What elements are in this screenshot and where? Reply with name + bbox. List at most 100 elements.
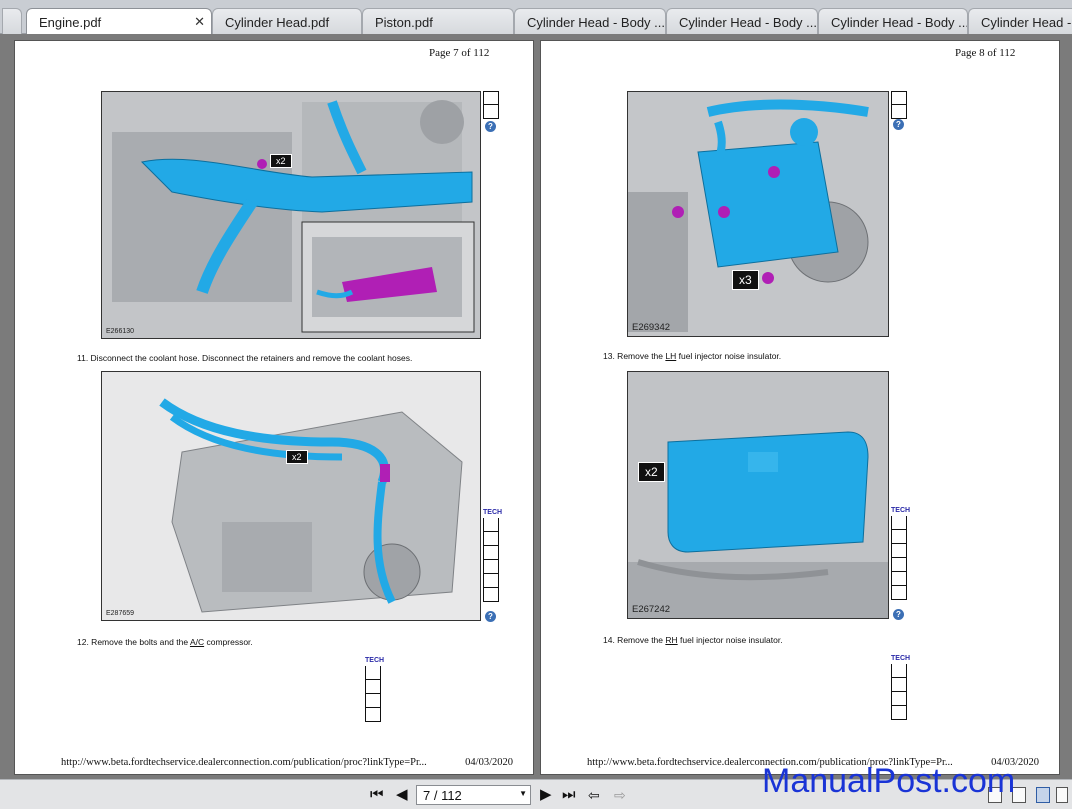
figure-id: E269342 bbox=[632, 322, 671, 333]
tab-cylinder-head-pdf[interactable]: Cylinder Head.pdf bbox=[212, 8, 362, 34]
page-number-input[interactable]: 7 / 112 ▼ bbox=[416, 785, 531, 805]
previous-page-icon[interactable]: ◀ bbox=[396, 787, 408, 803]
page-display: 7 / 112 bbox=[423, 788, 462, 803]
step-12-text: 12. Remove the bolts and the A/C compres… bbox=[77, 637, 253, 647]
tab-label: Cylinder Head - Body ... bbox=[527, 15, 666, 30]
step-text: compressor. bbox=[204, 637, 253, 647]
tool-checkbox bbox=[891, 678, 907, 692]
engine-illustration bbox=[102, 92, 480, 338]
help-icon[interactable]: ? bbox=[485, 121, 496, 132]
tool-checkbox bbox=[891, 91, 907, 105]
engine-illustration bbox=[102, 372, 480, 620]
tool-checkbox bbox=[891, 706, 907, 720]
two-page-continuous-view-icon[interactable] bbox=[1056, 787, 1068, 803]
pdf-page-7: Page 7 of 112 x2 E266130 ? 11. Disconnec… bbox=[14, 40, 534, 775]
tab-cylinder-head-body-1[interactable]: Cylinder Head - Body ... bbox=[514, 8, 666, 34]
quantity-callout: x2 bbox=[286, 450, 308, 464]
tab-cylinder-head-body-4[interactable]: Cylinder Head - B bbox=[968, 8, 1072, 34]
tool-checkbox bbox=[483, 105, 499, 119]
tab-piston-pdf[interactable]: Piston.pdf bbox=[362, 8, 514, 34]
tool-checkbox bbox=[365, 708, 381, 722]
quantity-callout: x2 bbox=[270, 154, 292, 168]
tab-label: Cylinder Head - B bbox=[981, 15, 1072, 30]
tool-checkbox bbox=[365, 666, 381, 680]
step-text: 12. Remove the bolts and the bbox=[77, 637, 190, 647]
tool-column bbox=[483, 91, 501, 119]
figure-ac-compressor: x3 E269342 bbox=[627, 91, 889, 337]
link-ac[interactable]: A/C bbox=[190, 637, 204, 647]
tool-checkbox bbox=[891, 586, 907, 600]
watermark-logo: ManualPost.com bbox=[762, 762, 1016, 800]
footer-date: 04/03/2020 bbox=[465, 757, 513, 768]
tool-header: TECH bbox=[365, 657, 385, 664]
link-lh[interactable]: LH bbox=[665, 351, 676, 361]
page-footer: http://www.beta.fordtechservice.dealerco… bbox=[61, 757, 513, 768]
tab-cylinder-head-body-3[interactable]: Cylinder Head - Body ... bbox=[818, 8, 968, 34]
tab-label: Cylinder Head.pdf bbox=[225, 15, 330, 30]
step-text: 13. Remove the bbox=[603, 351, 666, 361]
document-tab-bar: Engine.pdf ✕ Cylinder Head.pdf Piston.pd… bbox=[0, 0, 1072, 35]
step-11-text: 11. Disconnect the coolant hose. Disconn… bbox=[77, 353, 413, 363]
figure-id: E287659 bbox=[106, 610, 135, 617]
help-icon[interactable]: ? bbox=[485, 611, 496, 622]
help-icon[interactable]: ? bbox=[893, 609, 904, 620]
footer-url: http://www.beta.fordtechservice.dealerco… bbox=[61, 757, 427, 768]
tab-label: Engine.pdf bbox=[39, 15, 102, 30]
last-page-icon[interactable]: ⏭ bbox=[562, 787, 576, 803]
page-number: Page 8 of 112 bbox=[955, 47, 1016, 59]
tool-checkbox bbox=[891, 664, 907, 678]
link-rh[interactable]: RH bbox=[665, 635, 677, 645]
close-tab-icon[interactable]: ✕ bbox=[194, 14, 205, 30]
engine-illustration bbox=[628, 372, 888, 618]
figure-id: E266130 bbox=[106, 328, 135, 335]
tool-checkbox bbox=[483, 546, 499, 560]
tab-engine-pdf[interactable]: Engine.pdf ✕ bbox=[26, 8, 212, 35]
figure-coolant-pipe: x2 E266130 bbox=[101, 91, 481, 339]
next-page-icon[interactable]: ▶ bbox=[540, 787, 552, 803]
tool-header: TECH bbox=[483, 509, 503, 516]
tool-header: TECH bbox=[891, 655, 911, 662]
tool-header: TECH bbox=[891, 507, 911, 514]
help-icon[interactable]: ? bbox=[893, 119, 904, 130]
tool-checkbox bbox=[891, 105, 907, 119]
tool-checkbox bbox=[483, 91, 499, 105]
tool-column: TECH bbox=[891, 507, 911, 600]
tool-checkbox bbox=[365, 694, 381, 708]
figure-id: E267242 bbox=[632, 604, 671, 615]
figure-lh-insulator: x2 E267242 bbox=[627, 371, 889, 619]
tab-cylinder-head-body-2[interactable]: Cylinder Head - Body ... bbox=[666, 8, 818, 34]
two-page-view-icon[interactable] bbox=[1036, 787, 1050, 803]
tool-checkbox bbox=[483, 532, 499, 546]
engine-illustration bbox=[628, 92, 888, 336]
tool-column: TECH bbox=[483, 509, 503, 602]
step-text: fuel injector noise insulator. bbox=[677, 635, 783, 645]
tool-checkbox bbox=[483, 588, 499, 602]
chevron-down-icon[interactable]: ▼ bbox=[519, 789, 527, 798]
document-view[interactable]: Page 7 of 112 x2 E266130 ? 11. Disconnec… bbox=[0, 34, 1072, 779]
tool-checkbox bbox=[483, 560, 499, 574]
page-number: Page 7 of 112 bbox=[429, 47, 490, 59]
step-text: 14. Remove the bbox=[603, 635, 666, 645]
tab-scroll-stub[interactable] bbox=[2, 8, 22, 34]
step-13-text: 13. Remove the LH fuel injector noise in… bbox=[603, 351, 781, 361]
figure-coolant-hoses: x2 E287659 bbox=[101, 371, 481, 621]
go-back-view-icon[interactable]: ⇦ bbox=[588, 787, 600, 803]
tab-label: Cylinder Head - Body ... bbox=[679, 15, 818, 30]
tool-column bbox=[891, 91, 909, 119]
tab-label: Cylinder Head - Body ... bbox=[831, 15, 968, 30]
quantity-callout: x3 bbox=[732, 270, 759, 290]
step-14-text: 14. Remove the RH fuel injector noise in… bbox=[603, 635, 783, 645]
tool-checkbox bbox=[891, 692, 907, 706]
pdf-page-8: Page 8 of 112 x3 E269342 ? 13. Remove th… bbox=[540, 40, 1060, 775]
step-text: fuel injector noise insulator. bbox=[676, 351, 782, 361]
tool-checkbox bbox=[483, 518, 499, 532]
tab-label: Piston.pdf bbox=[375, 15, 433, 30]
tool-checkbox bbox=[891, 530, 907, 544]
first-page-icon[interactable]: ⏮ bbox=[370, 787, 384, 803]
tool-checkbox bbox=[483, 574, 499, 588]
tool-column: TECH bbox=[365, 657, 385, 722]
tool-column: TECH bbox=[891, 655, 911, 720]
go-forward-view-icon[interactable]: ⇨ bbox=[614, 787, 626, 803]
quantity-callout: x2 bbox=[638, 462, 665, 482]
tool-checkbox bbox=[891, 558, 907, 572]
